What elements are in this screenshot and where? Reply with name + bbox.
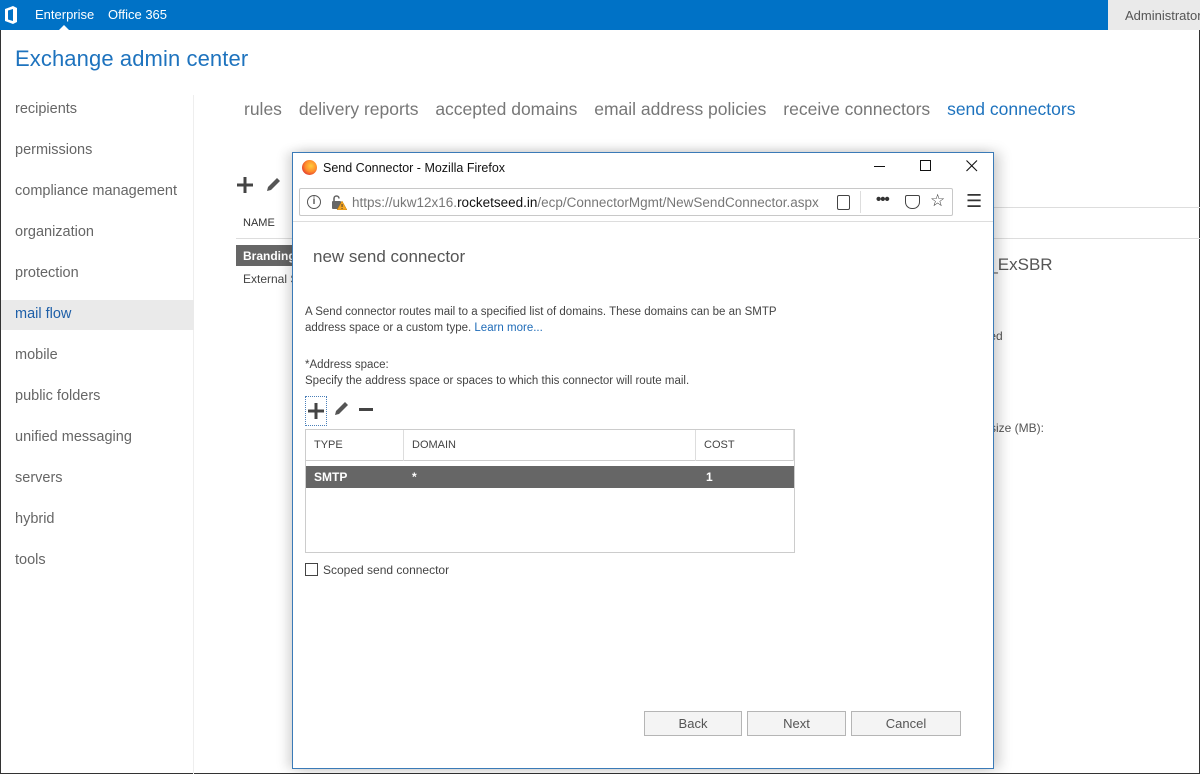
dialog-window-title: Send Connector - Mozilla Firefox	[323, 161, 506, 175]
maximize-icon	[920, 160, 931, 171]
column-type[interactable]: TYPE	[306, 430, 404, 461]
tab-rules[interactable]: rules	[244, 99, 282, 119]
edit-address-space-icon[interactable]	[333, 399, 351, 417]
url-text[interactable]: https://ukw12x16.rocketseed.in/ecp/Conne…	[352, 195, 830, 210]
list-item-branding[interactable]: Branding	[236, 245, 294, 266]
sidebar-item-compliance-management[interactable]: compliance management	[1, 177, 194, 207]
insecure-lock-icon[interactable]	[331, 194, 347, 210]
mail-flow-tabs: rules delivery reports accepted domains …	[244, 99, 1087, 120]
url-prefix: https://ukw12x16.	[352, 195, 458, 210]
sidebar-item-unified-messaging[interactable]: unified messaging	[1, 423, 194, 453]
tab-delivery-reports[interactable]: delivery reports	[299, 99, 419, 119]
firefox-icon	[302, 160, 317, 175]
scoped-label[interactable]: Scoped send connector	[323, 563, 449, 577]
tab-receive-connectors[interactable]: receive connectors	[783, 99, 930, 119]
cancel-button[interactable]: Cancel	[851, 711, 961, 736]
address-space-label: *Address space:	[305, 359, 389, 371]
cell-cost: 1	[706, 470, 713, 484]
address-bar[interactable]: i https://ukw12x16.rocketseed.in/ecp/Con…	[299, 188, 953, 216]
office-logo-icon[interactable]	[4, 6, 18, 24]
back-button[interactable]: Back	[644, 711, 742, 736]
tab-accepted-domains[interactable]: accepted domains	[435, 99, 577, 119]
grid-header: TYPE DOMAIN COST	[306, 430, 794, 461]
tab-email-address-policies[interactable]: email address policies	[594, 99, 766, 119]
sidebar-item-organization[interactable]: organization	[1, 218, 194, 248]
minimize-icon	[874, 166, 885, 167]
urlbar-separator	[860, 191, 861, 213]
sidebar-item-mail-flow[interactable]: mail flow	[1, 300, 194, 330]
list-item-external[interactable]: External S	[243, 272, 295, 286]
sidebar-item-protection[interactable]: protection	[1, 259, 194, 289]
sidebar-item-recipients[interactable]: recipients	[1, 95, 194, 125]
toolbar-divider	[293, 221, 993, 222]
site-info-icon[interactable]: i	[307, 195, 321, 209]
dialog-titlebar[interactable]: Send Connector - Mozilla Firefox	[293, 153, 993, 183]
scoped-checkbox[interactable]	[305, 563, 318, 576]
add-icon[interactable]	[236, 176, 254, 194]
close-button[interactable]	[949, 153, 995, 183]
edit-icon[interactable]	[264, 176, 282, 194]
menu-hamburger-icon[interactable]: ☰	[966, 191, 982, 212]
app-title: Exchange admin center	[15, 46, 249, 71]
list-column-name[interactable]: NAME	[243, 217, 275, 229]
sidebar: recipients permissions compliance manage…	[1, 95, 194, 774]
active-nav-caret	[59, 25, 69, 30]
list-toolbar	[236, 176, 282, 199]
table-row[interactable]: SMTP * 1	[306, 466, 794, 488]
sidebar-item-mobile[interactable]: mobile	[1, 341, 194, 371]
bookmark-star-icon[interactable]: ☆	[930, 191, 945, 211]
add-icon	[308, 403, 324, 419]
pocket-icon[interactable]	[905, 195, 920, 209]
dialog-heading: new send connector	[313, 247, 466, 266]
address-space-grid: TYPE DOMAIN COST SMTP * 1	[305, 429, 795, 553]
user-menu[interactable]: Administrator	[1108, 0, 1200, 30]
minimize-button[interactable]	[857, 153, 903, 183]
close-icon	[966, 160, 978, 172]
reader-view-icon[interactable]	[837, 195, 850, 210]
sidebar-item-permissions[interactable]: permissions	[1, 136, 194, 166]
sidebar-item-hybrid[interactable]: hybrid	[1, 505, 194, 535]
cell-type: SMTP	[314, 470, 348, 484]
nav-office-365[interactable]: Office 365	[108, 7, 167, 22]
column-cost[interactable]: COST	[696, 430, 794, 461]
address-space-hint: Specify the address space or spaces to w…	[305, 375, 690, 387]
next-button[interactable]: Next	[747, 711, 846, 736]
url-host: rocketseed.in	[457, 195, 538, 210]
scoped-send-connector: Scoped send connector	[305, 563, 449, 577]
cell-domain: *	[412, 470, 417, 484]
maximize-button[interactable]	[903, 153, 949, 183]
dialog-description: A Send connector routes mail to a specif…	[305, 304, 805, 336]
top-bar: Enterprise Office 365 Administrator	[0, 0, 1200, 30]
learn-more-link[interactable]: Learn more...	[474, 322, 542, 334]
send-connector-dialog: Send Connector - Mozilla Firefox i https…	[292, 152, 994, 769]
remove-address-space-icon[interactable]	[359, 408, 373, 411]
url-path: /ecp/ConnectorMgmt/NewSendConnector.aspx	[537, 195, 819, 210]
nav-enterprise[interactable]: Enterprise	[35, 7, 94, 22]
sidebar-item-servers[interactable]: servers	[1, 464, 194, 494]
page-actions-icon[interactable]: •••	[876, 191, 890, 208]
sidebar-item-tools[interactable]: tools	[1, 546, 194, 576]
sidebar-item-public-folders[interactable]: public folders	[1, 382, 194, 412]
add-address-space-button[interactable]	[305, 396, 327, 426]
column-domain[interactable]: DOMAIN	[404, 430, 696, 461]
tab-send-connectors[interactable]: send connectors	[947, 99, 1075, 119]
